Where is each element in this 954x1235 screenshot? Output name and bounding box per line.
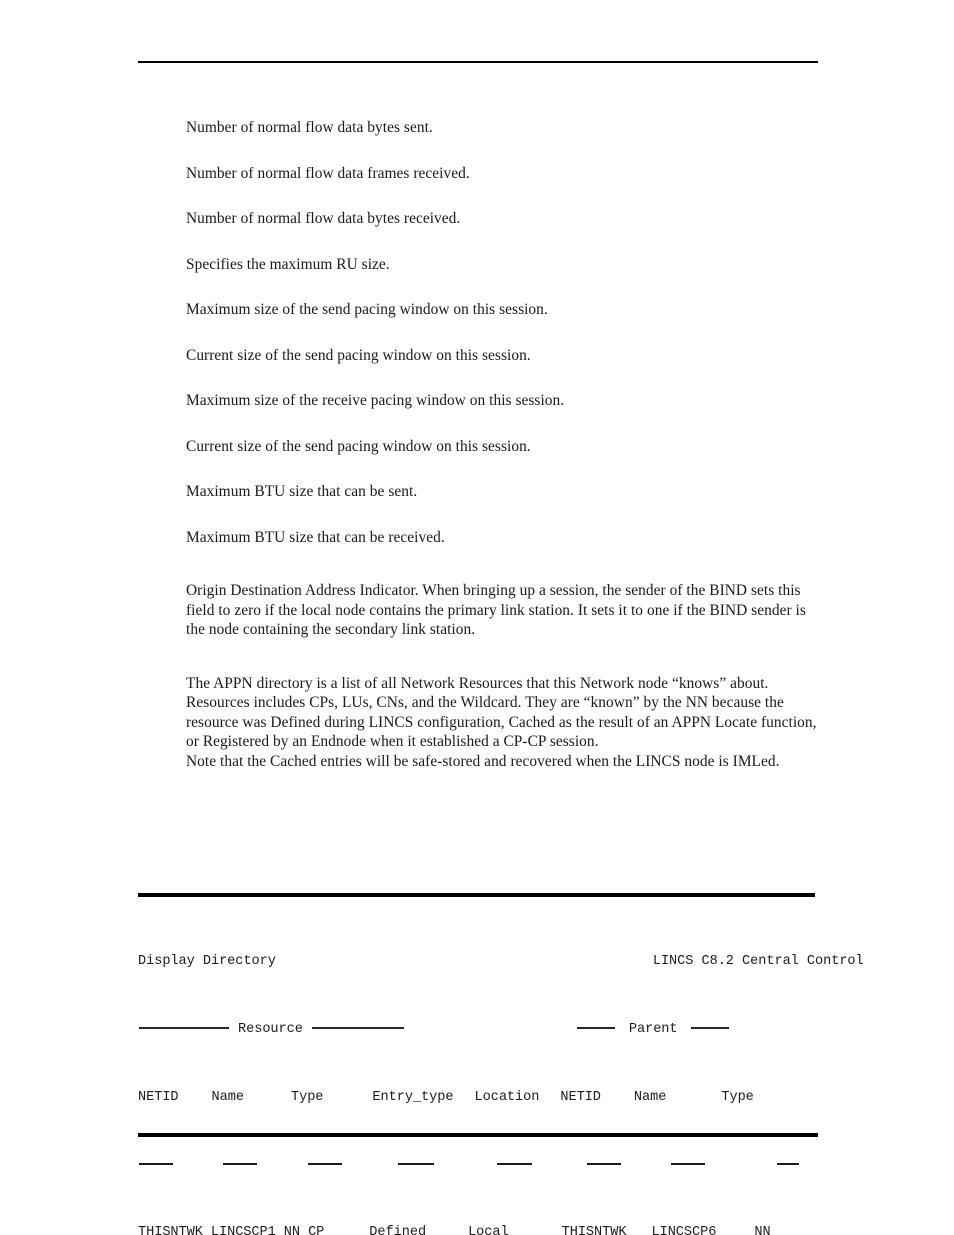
terminal-top-rule bbox=[138, 893, 815, 897]
underline-par-netid bbox=[587, 1163, 621, 1165]
column-header-res-name: Name bbox=[211, 1089, 244, 1105]
paragraph-max-btu-sent: Maximum BTU size that can be sent. bbox=[186, 483, 418, 500]
underline-location bbox=[497, 1163, 532, 1165]
paragraph-current-send-pacing-2: Current size of the send pacing window o… bbox=[186, 437, 531, 455]
group-label-parent: Parent bbox=[628, 1021, 678, 1037]
cell-par-netid: THISNTWK bbox=[561, 1224, 627, 1235]
column-header-location: Location bbox=[474, 1089, 540, 1105]
column-header-par-netid: NETID bbox=[560, 1089, 601, 1105]
cell-res-name: LINCSCP1 bbox=[210, 1224, 276, 1235]
terminal-title-left: Display Directory bbox=[138, 953, 276, 969]
paragraph-bytes-sent: Number of normal flow data bytes sent. bbox=[186, 119, 433, 136]
paragraph-current-send-pacing: Current size of the send pacing window o… bbox=[186, 346, 531, 364]
underline-res-name bbox=[223, 1163, 257, 1165]
parent-rule-left bbox=[576, 1027, 615, 1029]
cell-entry-type: Defined bbox=[369, 1224, 427, 1235]
terminal-screen: Display Directory LINCS C8.2 Central Cont… bbox=[138, 893, 864, 1235]
paragraph-max-send-pacing: Maximum size of the send pacing window o… bbox=[186, 301, 548, 318]
paragraph-max-ru-size: Specifies the maximum RU size. bbox=[186, 255, 390, 273]
paragraph-frames-received: Number of normal flow data frames receiv… bbox=[186, 164, 470, 182]
paragraph-odai: Origin Destination Address Indicator. Wh… bbox=[186, 582, 806, 638]
column-header-entry-type: Entry_type bbox=[372, 1089, 454, 1105]
paragraph-appn-note: Note that the Cached entries will be saf… bbox=[186, 752, 780, 770]
terminal-title-row: Display Directory LINCS C8.2 Central Cont… bbox=[138, 953, 864, 970]
terminal-column-underline-row bbox=[138, 1157, 818, 1173]
document-page: Number of normal flow data bytes sent. N… bbox=[0, 0, 954, 1235]
cell-location: Local bbox=[468, 1224, 509, 1235]
parent-rule-right bbox=[690, 1027, 729, 1029]
underline-entry-type bbox=[398, 1163, 434, 1165]
column-header-par-name: Name bbox=[633, 1089, 667, 1105]
resource-rule-right bbox=[311, 1027, 404, 1029]
underline-par-name bbox=[671, 1163, 705, 1165]
paragraph-bytes-received: Number of normal flow data bytes receive… bbox=[186, 210, 461, 227]
column-header-res-type: Type bbox=[290, 1089, 324, 1105]
document-body: Number of normal flow data bytes sent. N… bbox=[186, 118, 818, 771]
column-header-res-netid: NETID bbox=[138, 1089, 179, 1105]
underline-res-netid bbox=[139, 1163, 173, 1165]
cell-res-type: NN CP bbox=[283, 1224, 325, 1235]
paragraph-max-receive-pacing: Maximum size of the receive pacing windo… bbox=[186, 392, 565, 409]
column-header-par-type: Type bbox=[721, 1089, 754, 1105]
page-footer-rule bbox=[138, 1133, 818, 1137]
terminal-group-header-row: Resource Parent bbox=[138, 1021, 818, 1038]
terminal-content: Display Directory LINCS C8.2 Central Cont… bbox=[138, 902, 864, 1235]
underline-res-type bbox=[308, 1163, 342, 1165]
terminal-column-header-row: NETID Name Type Entry_type Location NETID Name… bbox=[138, 1089, 818, 1106]
terminal-title-right: LINCS C8.2 Central Control bbox=[652, 953, 864, 969]
cell-par-type: NN bbox=[754, 1224, 771, 1235]
cell-res-netid: THISNTWK bbox=[138, 1224, 203, 1235]
resource-rule-left bbox=[139, 1027, 229, 1029]
cell-par-name: LINCSCP6 bbox=[651, 1224, 717, 1235]
table-row: THISNTWK LINCSCP1 NN CP Defined Local THISNTW… bbox=[138, 1224, 818, 1235]
paragraph-max-btu-received: Maximum BTU size that can be received. bbox=[186, 528, 445, 546]
page-header-rule bbox=[138, 61, 818, 63]
paragraph-appn-directory: The APPN directory is a list of all Netw… bbox=[186, 674, 817, 751]
group-label-resource: Resource bbox=[238, 1021, 303, 1037]
underline-par-type bbox=[777, 1163, 799, 1165]
